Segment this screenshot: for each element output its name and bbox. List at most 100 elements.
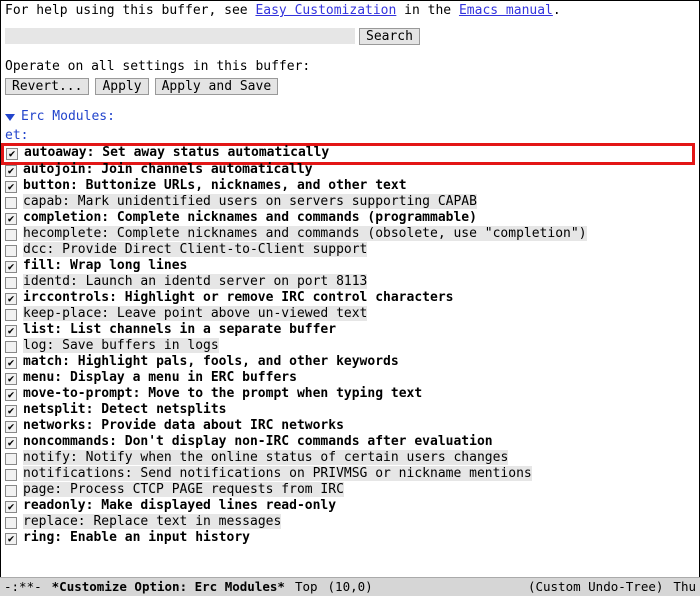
module-checkbox-notify[interactable] [5, 453, 17, 465]
module-checkbox-hecomplete[interactable] [5, 229, 17, 241]
module-desc: Replace text in messages [93, 514, 281, 529]
module-checkbox-identd[interactable] [5, 277, 17, 289]
module-name: autoaway: [24, 145, 102, 160]
module-checkbox-autojoin[interactable] [5, 165, 17, 177]
module-label: log: Save buffers in logs [23, 338, 219, 355]
module-desc: Complete nicknames and commands (program… [117, 210, 477, 225]
module-row-dcc: dcc: Provide Direct Client-to-Client sup… [5, 243, 695, 259]
module-checkbox-button[interactable] [5, 181, 17, 193]
modeline-status: -:**- [4, 579, 42, 595]
apply-button[interactable]: Apply [95, 78, 148, 95]
module-row-move-to-prompt: move-to-prompt: Move to the prompt when … [5, 387, 695, 403]
module-checkbox-networks[interactable] [5, 421, 17, 433]
module-name: capab: [23, 194, 78, 209]
module-checkbox-notifications[interactable] [5, 469, 17, 481]
module-checkbox-capab[interactable] [5, 197, 17, 209]
module-name: keep-place: [23, 306, 117, 321]
module-checkbox-autoaway[interactable] [6, 148, 18, 160]
module-row-identd: identd: Launch an identd server on port … [5, 275, 695, 291]
module-row-list: list: List channels in a separate buffer [5, 323, 695, 339]
module-name: noncommands: [23, 434, 125, 449]
module-list: autoaway: Set away status automaticallya… [5, 143, 695, 547]
module-checkbox-log[interactable] [5, 341, 17, 353]
module-label: autojoin: Join channels automatically [23, 162, 313, 179]
module-checkbox-page[interactable] [5, 485, 17, 497]
module-desc: List channels in a separate buffer [70, 322, 336, 337]
module-label: capab: Mark unidentified users on server… [23, 194, 477, 211]
module-desc: Launch an identd server on port 8113 [86, 274, 368, 289]
module-checkbox-replace[interactable] [5, 517, 17, 529]
modeline-buffer: *Customize Option: Erc Modules* [52, 579, 285, 595]
module-label: button: Buttonize URLs, nicknames, and o… [23, 178, 407, 195]
module-desc: Complete nicknames and commands (obsolet… [117, 226, 587, 241]
module-label: notifications: Send notifications on PRI… [23, 466, 532, 483]
module-name: notify: [23, 450, 86, 465]
module-checkbox-move-to-prompt[interactable] [5, 389, 17, 401]
revert-button[interactable]: Revert... [5, 78, 89, 95]
module-label: irccontrols: Highlight or remove IRC con… [23, 290, 453, 307]
module-desc: Mark unidentified users on servers suppo… [78, 194, 477, 209]
module-checkbox-completion[interactable] [5, 213, 17, 225]
module-checkbox-irccontrols[interactable] [5, 293, 17, 305]
module-label: noncommands: Don't display non-IRC comma… [23, 434, 493, 451]
link-emacs-manual[interactable]: Emacs manual [459, 3, 553, 18]
module-name: log: [23, 338, 62, 353]
link-easy-customization[interactable]: Easy Customization [255, 3, 396, 18]
module-checkbox-dcc[interactable] [5, 245, 17, 257]
module-label: notify: Notify when the online status of… [23, 450, 508, 467]
module-row-netsplit: netsplit: Detect netsplits [5, 403, 695, 419]
module-row-button: button: Buttonize URLs, nicknames, and o… [5, 179, 695, 195]
module-name: button: [23, 178, 86, 193]
module-label: autoaway: Set away status automatically [24, 145, 329, 162]
module-desc: Notify when the online status of certain… [86, 450, 509, 465]
search-input[interactable] [5, 28, 355, 44]
module-desc: Make displayed lines read-only [101, 498, 336, 513]
module-checkbox-ring[interactable] [5, 533, 17, 545]
help-text: For help using this buffer, see Easy Cus… [5, 3, 695, 20]
module-checkbox-menu[interactable] [5, 373, 17, 385]
module-desc: Display a menu in ERC buffers [70, 370, 297, 385]
module-row-notify: notify: Notify when the online status of… [5, 451, 695, 467]
search-button[interactable]: Search [359, 28, 420, 45]
module-checkbox-match[interactable] [5, 357, 17, 369]
module-desc: Save buffers in logs [62, 338, 219, 353]
module-label: networks: Provide data about IRC network… [23, 418, 344, 435]
modeline-pos: Top [295, 579, 318, 595]
module-row-autoaway: autoaway: Set away status automatically [6, 146, 690, 162]
module-label: ring: Enable an input history [23, 530, 250, 547]
module-name: dcc: [23, 242, 62, 257]
module-row-page: page: Process CTCP PAGE requests from IR… [5, 483, 695, 499]
module-row-networks: networks: Provide data about IRC network… [5, 419, 695, 435]
module-label: hecomplete: Complete nicknames and comma… [23, 226, 587, 243]
module-label: completion: Complete nicknames and comma… [23, 210, 477, 227]
module-desc: Move to the prompt when typing text [148, 386, 422, 401]
module-row-hecomplete: hecomplete: Complete nicknames and comma… [5, 227, 695, 243]
apply-save-button[interactable]: Apply and Save [155, 78, 279, 95]
module-desc: Detect netsplits [101, 402, 226, 417]
module-row-irccontrols: irccontrols: Highlight or remove IRC con… [5, 291, 695, 307]
module-desc: Leave point above un-viewed text [117, 306, 367, 321]
module-row-notifications: notifications: Send notifications on PRI… [5, 467, 695, 483]
module-row-replace: replace: Replace text in messages [5, 515, 695, 531]
module-checkbox-fill[interactable] [5, 261, 17, 273]
module-checkbox-noncommands[interactable] [5, 437, 17, 449]
module-name: irccontrols: [23, 290, 125, 305]
collapse-icon[interactable] [5, 114, 15, 121]
module-checkbox-netsplit[interactable] [5, 405, 17, 417]
module-checkbox-readonly[interactable] [5, 501, 17, 513]
module-label: keep-place: Leave point above un-viewed … [23, 306, 367, 323]
module-name: hecomplete: [23, 226, 117, 241]
module-row-ring: ring: Enable an input history [5, 531, 695, 547]
module-desc: Join channels automatically [101, 162, 312, 177]
module-checkbox-keep-place[interactable] [5, 309, 17, 321]
module-checkbox-list[interactable] [5, 325, 17, 337]
module-label: replace: Replace text in messages [23, 514, 281, 531]
module-row-match: match: Highlight pals, fools, and other … [5, 355, 695, 371]
module-name: completion: [23, 210, 117, 225]
module-label: match: Highlight pals, fools, and other … [23, 354, 399, 371]
module-name: fill: [23, 258, 70, 273]
module-label: readonly: Make displayed lines read-only [23, 498, 336, 515]
module-desc: Send notifications on PRIVMSG or nicknam… [140, 466, 531, 481]
module-name: list: [23, 322, 70, 337]
mode-line: -:**- *Customize Option: Erc Modules* To… [0, 577, 700, 596]
